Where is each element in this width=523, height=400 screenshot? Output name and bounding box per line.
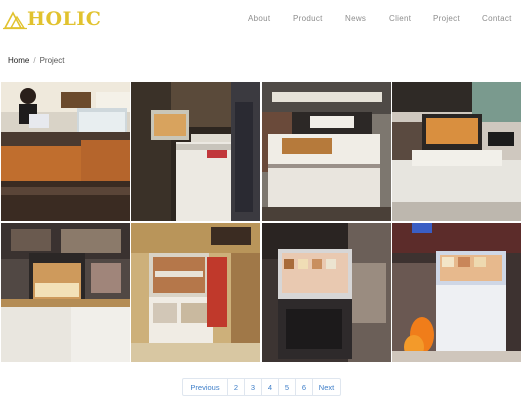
project-gallery	[1, 82, 521, 362]
pagination-page-4[interactable]: 4	[261, 379, 278, 395]
project-thumbnail[interactable]	[1, 223, 130, 362]
breadcrumb: Home / Project	[8, 56, 64, 65]
project-thumbnail[interactable]	[392, 82, 521, 221]
pagination-page-3[interactable]: 3	[244, 379, 261, 395]
project-thumbnail[interactable]	[392, 223, 521, 362]
project-thumbnail[interactable]	[262, 82, 391, 221]
nav-item-news[interactable]: News	[345, 14, 366, 23]
breadcrumb-separator: /	[33, 56, 36, 65]
nav-item-project[interactable]: Project	[433, 14, 460, 23]
site-header: HOLIC About Product News Client Project …	[0, 0, 523, 40]
pagination-page-5[interactable]: 5	[278, 379, 295, 395]
pagination-previous-button[interactable]: Previous	[183, 379, 227, 395]
pagination: Previous 2 3 4 5 6 Next	[182, 378, 341, 396]
project-thumbnail[interactable]	[262, 223, 391, 362]
project-photo	[262, 82, 391, 221]
main-nav: About Product News Client Project Contac…	[0, 14, 523, 28]
nav-item-about[interactable]: About	[248, 14, 270, 23]
nav-item-product[interactable]: Product	[293, 14, 323, 23]
pagination-page-2[interactable]: 2	[227, 379, 244, 395]
breadcrumb-home-link[interactable]: Home	[8, 56, 29, 65]
project-thumbnail[interactable]	[1, 82, 130, 221]
project-photo	[262, 223, 391, 362]
project-photo	[131, 223, 260, 362]
nav-item-client[interactable]: Client	[389, 14, 411, 23]
pagination-page-6[interactable]: 6	[295, 379, 312, 395]
project-photo	[1, 223, 130, 362]
project-thumbnail[interactable]	[131, 223, 260, 362]
project-photo	[1, 82, 130, 221]
project-photo	[392, 82, 521, 221]
pagination-next-button[interactable]: Next	[312, 379, 340, 395]
project-thumbnail[interactable]	[131, 82, 260, 221]
project-photo	[392, 223, 521, 362]
nav-item-contact[interactable]: Contact	[482, 14, 512, 23]
breadcrumb-current: Project	[39, 56, 65, 65]
project-photo	[131, 82, 260, 221]
